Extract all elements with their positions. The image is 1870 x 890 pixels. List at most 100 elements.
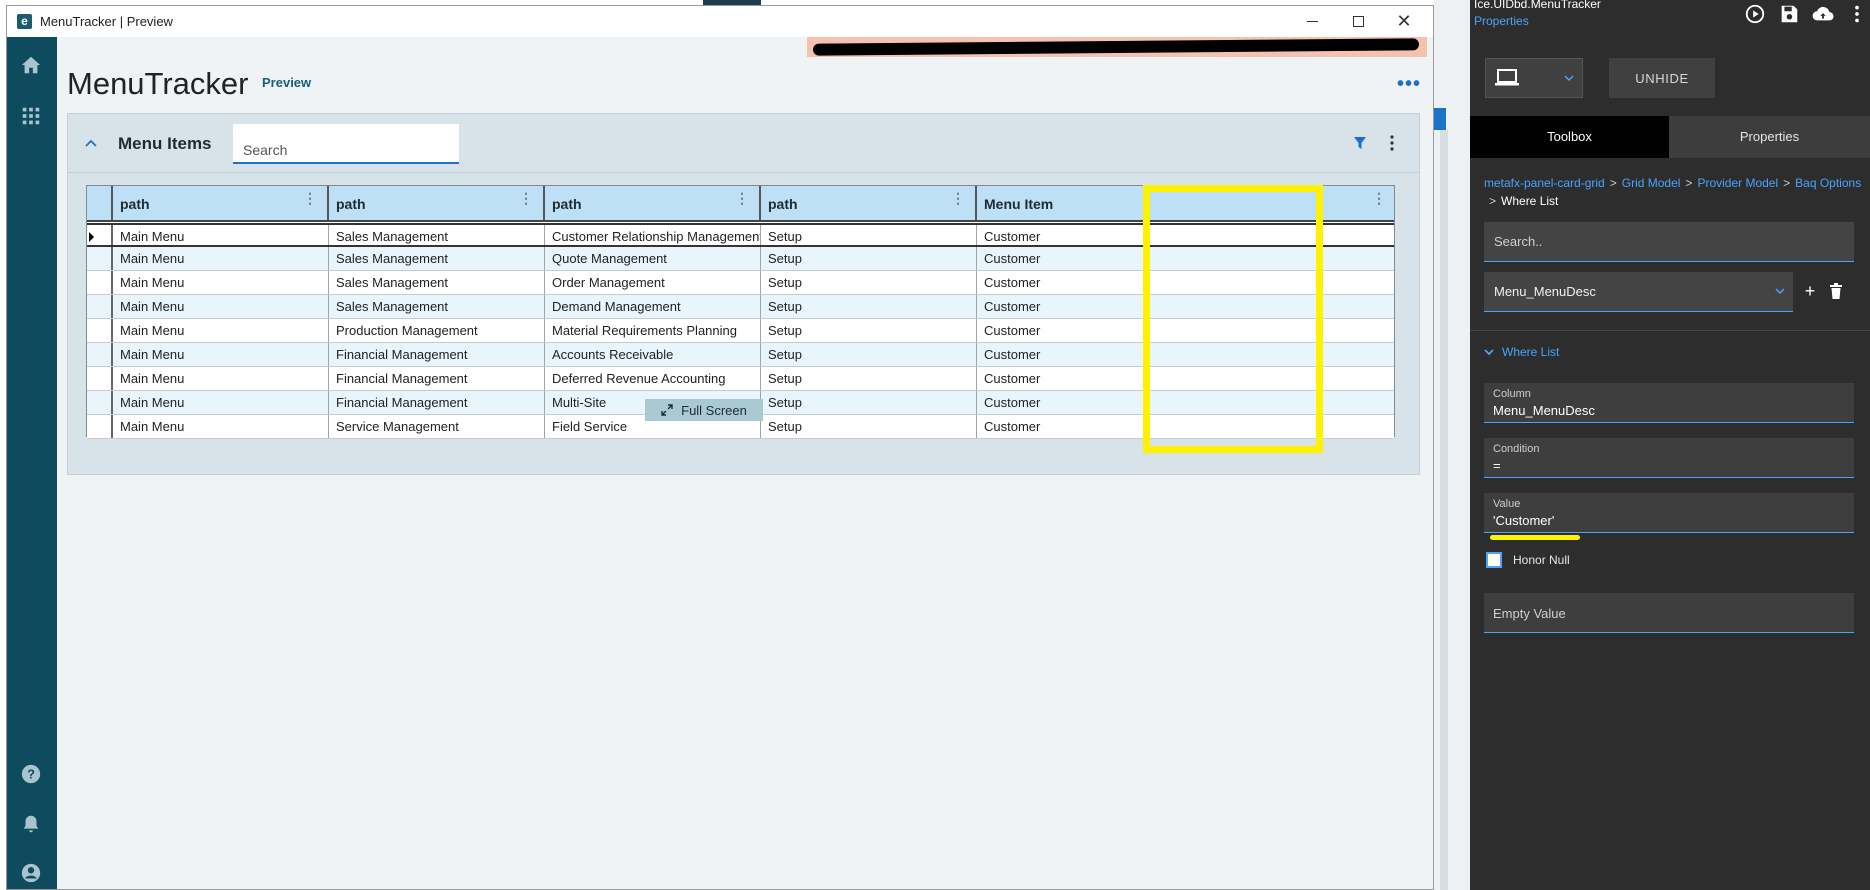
save-icon[interactable] [1777, 3, 1801, 25]
column-field[interactable]: Column Menu_MenuDesc [1484, 383, 1854, 423]
table-cell[interactable]: Material Requirements Planning [545, 319, 761, 342]
table-row[interactable]: Main Menu Sales Management Demand Manageme… [87, 295, 1394, 319]
table-cell[interactable]: Setup [761, 319, 977, 342]
row-selector[interactable] [87, 295, 113, 318]
properties-link[interactable]: Properties [1474, 14, 1529, 28]
row-selector[interactable] [87, 319, 113, 342]
table-row[interactable]: Main Menu Financial Management Accounts Re… [87, 343, 1394, 367]
more-options-icon[interactable]: ••• [1397, 74, 1421, 94]
row-selector[interactable] [87, 247, 113, 270]
property-search-input[interactable] [1484, 222, 1854, 262]
table-cell[interactable]: Sales Management [329, 271, 545, 294]
table-cell[interactable]: Service Management [329, 415, 545, 438]
row-selector[interactable] [87, 271, 113, 294]
table-row[interactable]: Main Menu Production Management Material R… [87, 319, 1394, 343]
table-cell[interactable]: Accounts Receivable [545, 343, 761, 366]
breadcrumb-link[interactable]: Provider Model [1697, 176, 1778, 190]
table-cell[interactable]: Customer [977, 271, 1396, 294]
breadcrumb-link[interactable]: Baq Options [1795, 176, 1861, 190]
column-menu-icon[interactable]: ⋮ [951, 191, 965, 205]
play-icon[interactable] [1743, 3, 1767, 25]
home-icon[interactable] [20, 54, 42, 76]
table-cell[interactable]: Setup [761, 271, 977, 294]
table-row[interactable]: Main Menu Financial Management Deferred Re… [87, 367, 1394, 391]
column-menu-icon[interactable]: ⋮ [303, 191, 317, 205]
column-header-path-4[interactable]: path ⋮ [761, 186, 977, 220]
breadcrumb-link[interactable]: metafx-panel-card-grid [1484, 176, 1605, 190]
row-selector[interactable] [87, 367, 113, 390]
table-cell[interactable]: Setup [761, 225, 977, 245]
column-header-path-1[interactable]: path ⋮ [113, 186, 329, 220]
honor-null-checkbox-row[interactable]: Honor Null [1486, 552, 1570, 568]
column-header-path-3[interactable]: path ⋮ [545, 186, 761, 220]
table-row[interactable]: Main Menu Sales Management Order Managemen… [87, 271, 1394, 295]
table-row[interactable]: Main Menu Sales Management Customer Relati… [87, 223, 1394, 247]
notifications-bell-icon[interactable] [20, 813, 42, 835]
cloud-upload-icon[interactable] [1811, 3, 1835, 25]
table-cell[interactable]: Main Menu [113, 271, 329, 294]
table-cell[interactable]: Customer [977, 367, 1396, 390]
column-header-path-2[interactable]: path ⋮ [329, 186, 545, 220]
condition-field[interactable]: Condition = [1484, 438, 1854, 478]
table-cell[interactable]: Quote Management [545, 247, 761, 270]
column-menu-icon[interactable]: ⋮ [735, 191, 749, 205]
table-cell[interactable]: Setup [761, 343, 977, 366]
where-list-select[interactable]: Menu_MenuDesc [1484, 272, 1793, 312]
table-cell[interactable]: Setup [761, 367, 977, 390]
minimize-button[interactable] [1289, 6, 1335, 37]
table-cell[interactable]: Financial Management [329, 391, 545, 414]
close-button[interactable]: ✕ [1381, 6, 1427, 37]
table-cell[interactable]: Main Menu [113, 415, 329, 438]
column-menu-icon[interactable]: ⋮ [1372, 191, 1386, 205]
table-cell[interactable]: Order Management [545, 271, 761, 294]
table-cell[interactable]: Setup [761, 295, 977, 318]
table-cell[interactable]: Sales Management [329, 247, 545, 270]
grid-search-input[interactable] [233, 124, 459, 164]
table-cell[interactable]: Setup [761, 391, 977, 414]
apps-grid-icon[interactable] [20, 105, 42, 127]
table-cell[interactable]: Main Menu [113, 247, 329, 270]
column-menu-icon[interactable]: ⋮ [519, 191, 533, 205]
table-cell[interactable]: Setup [761, 415, 977, 438]
table-cell[interactable]: Main Menu [113, 225, 329, 245]
table-cell[interactable]: Sales Management [329, 295, 545, 318]
user-profile-icon[interactable] [20, 862, 42, 884]
table-cell[interactable]: Financial Management [329, 343, 545, 366]
tab-toolbox[interactable]: Toolbox [1470, 116, 1669, 158]
value-field[interactable]: Value 'Customer' [1484, 493, 1854, 533]
breadcrumb-link[interactable]: Grid Model [1622, 176, 1681, 190]
panel-kebab-menu-icon[interactable] [1389, 134, 1395, 152]
table-cell[interactable]: Customer [977, 391, 1396, 414]
table-cell[interactable]: Customer [977, 225, 1396, 245]
column-header-menu-item[interactable]: Menu Item ⋮ [977, 186, 1396, 220]
table-cell[interactable]: Production Management [329, 319, 545, 342]
table-cell[interactable]: Main Menu [113, 343, 329, 366]
table-cell[interactable]: Customer [977, 415, 1396, 438]
table-cell[interactable]: Customer [977, 295, 1396, 318]
table-cell[interactable]: Customer [977, 247, 1396, 270]
table-cell[interactable]: Deferred Revenue Accounting [545, 367, 761, 390]
table-cell[interactable]: Main Menu [113, 367, 329, 390]
full-screen-button[interactable]: Full Screen [645, 399, 763, 421]
where-list-section-toggle[interactable]: Where List [1484, 343, 1559, 361]
empty-value-field[interactable]: Empty Value [1484, 593, 1854, 633]
unhide-button[interactable]: UNHIDE [1609, 58, 1715, 98]
maximize-button[interactable] [1335, 6, 1381, 37]
row-selector[interactable] [87, 343, 113, 366]
trash-icon[interactable] [1829, 283, 1843, 299]
table-cell[interactable]: Main Menu [113, 391, 329, 414]
help-icon[interactable]: ? [20, 763, 42, 785]
table-cell[interactable]: Financial Management [329, 367, 545, 390]
row-selector[interactable] [87, 225, 113, 245]
device-preview-select[interactable] [1485, 58, 1583, 98]
table-cell[interactable]: Main Menu [113, 319, 329, 342]
table-cell[interactable]: Customer [977, 343, 1396, 366]
row-selector[interactable] [87, 391, 113, 414]
table-cell[interactable]: Demand Management [545, 295, 761, 318]
table-cell[interactable]: Customer Relationship Management [545, 225, 761, 245]
table-cell[interactable]: Main Menu [113, 295, 329, 318]
row-selector[interactable] [87, 415, 113, 438]
table-cell[interactable]: Sales Management [329, 225, 545, 245]
filter-icon[interactable] [1353, 136, 1367, 150]
chevron-up-icon[interactable] [84, 136, 98, 150]
